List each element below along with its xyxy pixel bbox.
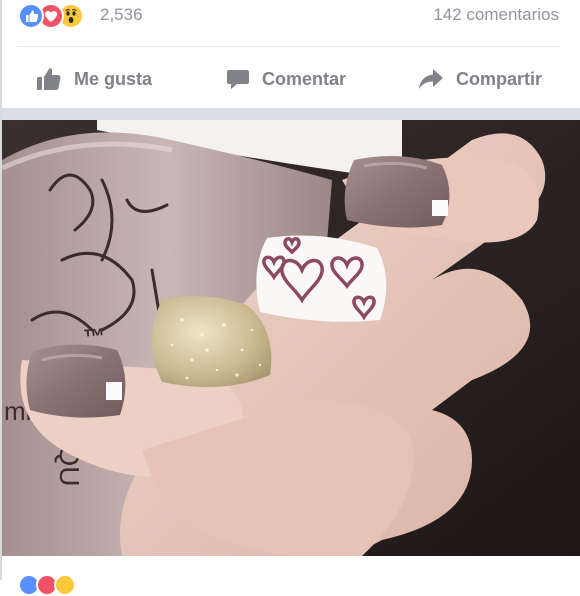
like-label: Me gusta — [74, 68, 153, 89]
left-border — [0, 0, 2, 580]
wow-icon — [54, 574, 76, 596]
nail-art-photo: ™ LACQU ml e — [2, 120, 580, 556]
reactions-summary[interactable]: 2,536 142 comentarios — [18, 0, 563, 32]
comment-button[interactable]: Comentar — [226, 62, 346, 96]
reaction-count[interactable]: 2,536 — [100, 5, 143, 25]
post-footer: 2,536 142 comentarios Me gusta Comentar … — [0, 0, 580, 108]
divider — [18, 46, 560, 47]
share-label: Compartir — [456, 68, 543, 89]
comment-label: Comentar — [262, 68, 347, 89]
share-button[interactable]: Compartir — [418, 62, 542, 96]
share-arrow-icon — [419, 69, 443, 89]
feed-separator — [0, 108, 580, 120]
action-bar: Me gusta Comentar Compartir — [0, 56, 580, 102]
thumbs-up-icon — [37, 68, 61, 90]
like-icon — [18, 3, 44, 29]
post-photo[interactable]: ™ LACQU ml e — [2, 120, 580, 556]
comment-icon — [227, 70, 249, 89]
like-button[interactable]: Me gusta — [36, 62, 152, 96]
next-post-peek — [0, 556, 580, 596]
comments-count[interactable]: 142 comentarios — [433, 5, 559, 25]
